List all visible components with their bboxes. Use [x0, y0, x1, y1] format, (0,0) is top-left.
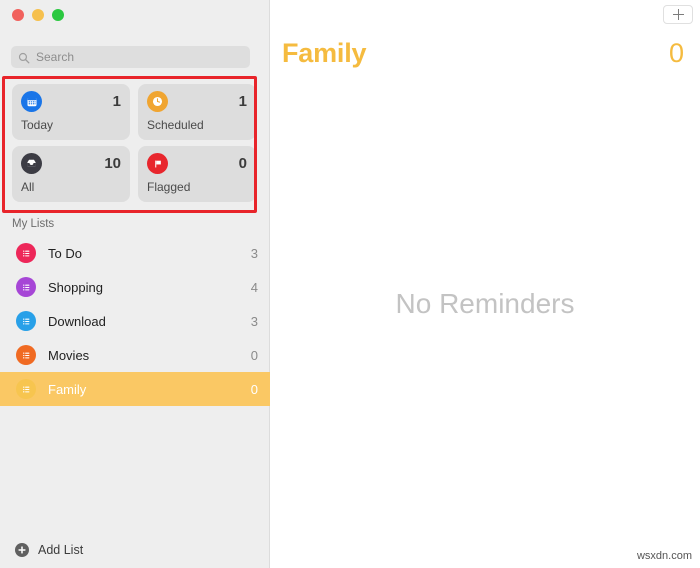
list-item-movies-label: Movies [48, 347, 90, 363]
smart-list-scheduled-top: 1 [147, 91, 247, 112]
smart-list-all-top: 10 [21, 153, 121, 174]
close-button[interactable] [12, 9, 24, 21]
list-icon [16, 277, 36, 297]
plus-circle-icon [14, 542, 30, 558]
calendar-icon [21, 91, 42, 112]
list-item-movies-count: 0 [250, 347, 258, 363]
list-item-download-count: 3 [250, 313, 258, 329]
sidebar: 1 Today 1 Scheduled [0, 0, 270, 568]
list-item-family-label: Family [48, 381, 87, 397]
my-lists-header: My Lists [12, 218, 55, 230]
page-count: 0 [668, 38, 684, 68]
list-item-shopping[interactable]: Shopping 4 [0, 270, 270, 304]
flag-icon [147, 153, 168, 174]
list-item-movies[interactable]: Movies 0 [0, 338, 270, 372]
inbox-icon [21, 153, 42, 174]
search-input[interactable] [36, 50, 243, 64]
smart-list-scheduled[interactable]: 1 Scheduled [138, 84, 256, 140]
list-icon [16, 345, 36, 365]
smart-list-flagged-count: 0 [238, 155, 247, 172]
add-reminder-button[interactable] [663, 5, 693, 24]
my-lists: To Do 3 Shopping 4 Download 3 Movies 0 F… [0, 236, 270, 406]
list-item-shopping-label: Shopping [48, 279, 103, 295]
add-list-label: Add List [38, 543, 84, 557]
list-item-family-count: 0 [250, 381, 258, 397]
add-list-button[interactable]: Add List [14, 542, 83, 558]
list-icon [16, 311, 36, 331]
list-item-download[interactable]: Download 3 [0, 304, 270, 338]
minimize-button[interactable] [32, 9, 44, 21]
page-title: Family [282, 38, 367, 68]
clock-icon [147, 91, 168, 112]
list-item-download-label: Download [48, 313, 106, 329]
smart-list-today-count: 1 [112, 93, 121, 110]
zoom-button[interactable] [52, 9, 64, 21]
smart-list-flagged[interactable]: 0 Flagged [138, 146, 256, 202]
list-item-todo[interactable]: To Do 3 [0, 236, 270, 270]
smart-list-flagged-top: 0 [147, 153, 247, 174]
watermark: wsxdn.com [636, 550, 692, 562]
smart-list-flagged-label: Flagged [147, 180, 191, 194]
list-item-shopping-count: 4 [250, 279, 258, 295]
smart-list-scheduled-count: 1 [238, 93, 247, 110]
list-icon [16, 243, 36, 263]
smart-list-today-top: 1 [21, 91, 121, 112]
smart-list-today-label: Today [21, 118, 54, 132]
smart-list-all[interactable]: 10 All [12, 146, 130, 202]
smart-list-all-count: 10 [104, 155, 121, 172]
smart-list-today[interactable]: 1 Today [12, 84, 130, 140]
list-icon [16, 379, 36, 399]
smart-list-all-label: All [21, 180, 35, 194]
main-content: Family 0 No Reminders wsxdn.com [270, 0, 700, 568]
smart-lists-grid: 1 Today 1 Scheduled 10 All 0 Flagged [12, 84, 256, 202]
search-bar[interactable] [11, 46, 250, 68]
search-icon [18, 51, 30, 64]
reminders-app-window: 1 Today 1 Scheduled [0, 0, 700, 568]
list-item-family[interactable]: Family 0 [0, 372, 270, 406]
list-item-todo-count: 3 [250, 245, 258, 261]
list-item-todo-label: To Do [48, 245, 82, 261]
smart-list-scheduled-label: Scheduled [147, 118, 204, 132]
plus-icon [672, 9, 684, 20]
empty-state-message: No Reminders [395, 288, 575, 319]
window-traffic-lights [12, 9, 64, 21]
